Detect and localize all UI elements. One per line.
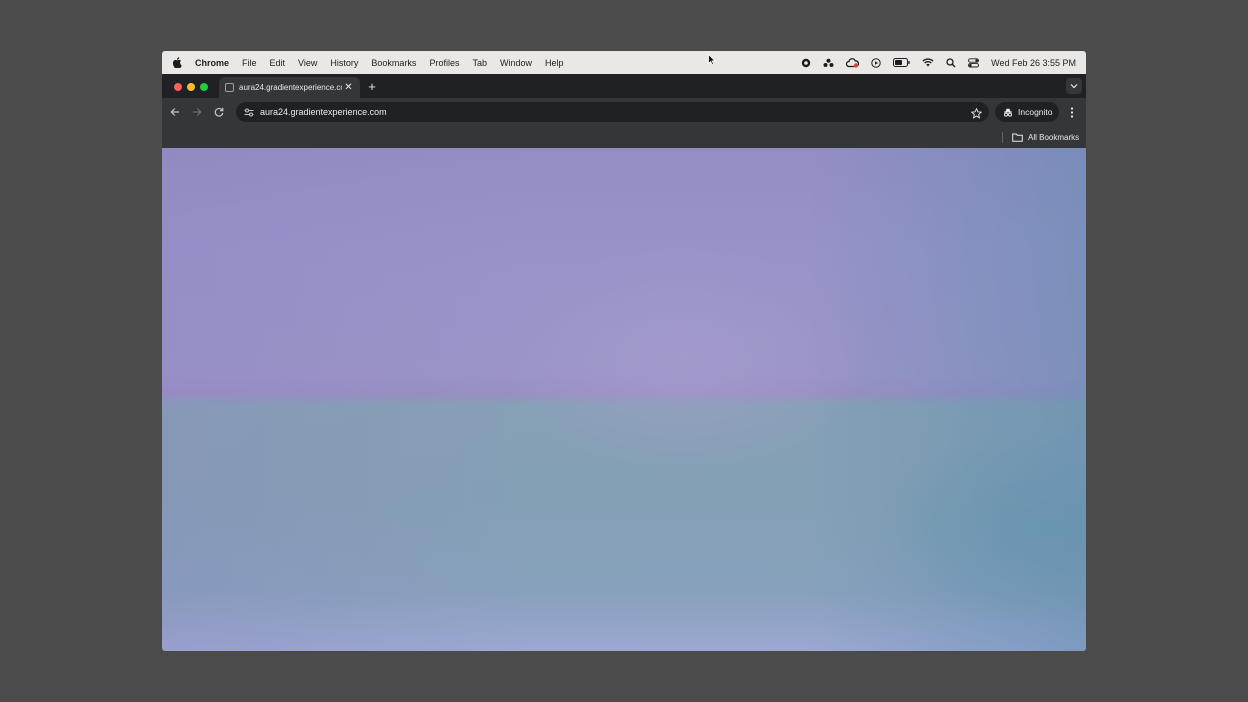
menu-window[interactable]: Window [493,58,538,68]
creative-cloud-icon[interactable] [846,57,860,68]
tab-strip: aura24.gradientexperience.co ✕ + [162,74,1086,98]
apple-menu-icon[interactable] [162,57,192,68]
menu-bar-clock[interactable]: Wed Feb 26 3:55 PM [991,58,1076,68]
minimize-window-button[interactable] [187,83,195,91]
bookmarks-separator [1002,132,1003,143]
web-page-gradient[interactable] [162,148,1086,651]
people-icon[interactable] [823,58,834,68]
all-bookmarks-button[interactable]: All Bookmarks [1012,127,1079,148]
bookmarks-bar: All Bookmarks [162,127,1086,148]
bookmark-star-icon[interactable] [970,106,983,124]
window-controls [174,83,208,91]
screen: Chrome File Edit View History Bookmarks … [162,51,1086,651]
tab-active[interactable]: aura24.gradientexperience.co ✕ [219,77,360,98]
forward-button[interactable] [189,104,205,120]
all-bookmarks-label: All Bookmarks [1028,133,1080,142]
forward-arrow-icon [193,108,202,116]
browser-toolbar: aura24.gradientexperience.com Incognito [162,98,1086,127]
spotlight-search-icon[interactable] [946,57,956,68]
reload-icon [214,107,224,117]
chrome-menu-button[interactable] [1064,104,1080,120]
mouse-cursor-icon [708,54,716,66]
page-favicon-icon [225,83,234,92]
play-icon[interactable] [871,57,881,68]
gradient-overlay [162,148,1086,651]
chevron-down-icon [1070,84,1078,89]
incognito-button[interactable]: Incognito [995,102,1059,122]
menu-bar-extras: Wed Feb 26 3:55 PM [801,51,1076,74]
menu-edit[interactable]: Edit [263,58,292,68]
more-vert-icon [1070,106,1074,118]
address-url[interactable]: aura24.gradientexperience.com [260,107,387,117]
close-window-button[interactable] [174,83,182,91]
record-icon[interactable] [801,58,811,68]
back-arrow-icon [170,108,179,116]
back-button[interactable] [167,104,183,120]
zoom-window-button[interactable] [200,83,208,91]
tab-title: aura24.gradientexperience.co [239,83,342,92]
new-tab-button[interactable]: + [365,79,379,94]
menu-bookmarks[interactable]: Bookmarks [365,58,423,68]
menu-help[interactable]: Help [538,58,570,68]
incognito-label: Incognito [1018,107,1053,117]
wifi-icon[interactable] [922,58,934,67]
address-bar[interactable]: aura24.gradientexperience.com [236,102,989,122]
control-center-icon[interactable] [968,57,980,68]
menu-app-name[interactable]: Chrome [192,58,236,68]
reload-button[interactable] [211,104,227,120]
menu-profiles[interactable]: Profiles [423,58,466,68]
menu-tab[interactable]: Tab [466,58,494,68]
battery-icon[interactable] [893,58,910,67]
menu-view[interactable]: View [292,58,324,68]
tab-search-button[interactable] [1066,78,1082,94]
tab-close-icon[interactable]: ✕ [342,81,355,94]
menu-history[interactable]: History [324,58,365,68]
menu-file[interactable]: File [236,58,264,68]
site-info-icon[interactable] [239,108,259,117]
folder-icon [1012,133,1023,142]
macos-menu-bar: Chrome File Edit View History Bookmarks … [162,51,1086,74]
incognito-icon [1004,108,1012,117]
